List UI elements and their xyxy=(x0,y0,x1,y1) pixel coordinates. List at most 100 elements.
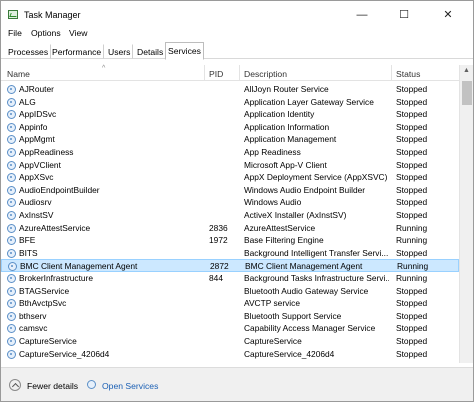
table-row[interactable]: BthAvctpSvc AVCTP service Stopped xyxy=(1,297,459,310)
service-icon xyxy=(7,349,16,359)
service-icon xyxy=(8,262,17,272)
menu-view[interactable]: View xyxy=(69,28,87,38)
column-description[interactable]: Description xyxy=(244,69,287,79)
service-description: Background Tasks Infrastructure Servi... xyxy=(244,273,389,283)
service-description: Background Intelligent Transfer Servi... xyxy=(244,247,389,258)
table-row[interactable]: AzureAttestService 2836 AzureAttestService… xyxy=(1,222,459,235)
service-name: AudioEndpointBuilder xyxy=(19,184,100,195)
service-icon xyxy=(7,198,16,208)
table-row[interactable]: Appinfo Application Information Stopped xyxy=(1,121,459,134)
column-status[interactable]: Status xyxy=(396,69,420,79)
footer-bar: Fewer details Open Services xyxy=(1,367,473,401)
column-name[interactable]: Name xyxy=(7,69,30,79)
service-status: Stopped xyxy=(396,336,428,346)
service-description: Application Information xyxy=(244,121,330,132)
tab-performance[interactable]: Performance xyxy=(49,44,105,59)
service-icon xyxy=(7,299,16,309)
table-row[interactable]: Audiosrv Windows Audio Stopped xyxy=(1,196,459,209)
table-row[interactable]: camsvc Capability Access Manager Service S… xyxy=(1,322,459,335)
tab-users[interactable]: Users xyxy=(105,44,134,59)
service-icon xyxy=(7,110,16,120)
service-status: Stopped xyxy=(396,247,428,258)
table-row[interactable]: AxInstSV ActiveX Installer (AxInstSV) Stop… xyxy=(1,209,459,222)
tab-services[interactable]: Services xyxy=(165,42,204,60)
table-row[interactable]: bthserv Bluetooth Support Service Stopped xyxy=(1,310,459,323)
tab-processes[interactable]: Processes xyxy=(5,44,52,59)
table-row[interactable]: AppMgmt Application Management Stopped xyxy=(1,133,459,146)
scrollbar-thumb[interactable] xyxy=(462,81,472,105)
service-status: Stopped xyxy=(396,134,428,145)
service-status: Stopped xyxy=(396,96,428,107)
table-row[interactable]: AudioEndpointBuilder Windows Audio Endpoi… xyxy=(1,184,459,197)
service-icon xyxy=(7,135,16,145)
service-name: AJRouter xyxy=(19,84,54,94)
service-name: BMC Client Management Agent xyxy=(20,261,138,272)
table-row[interactable]: ALG Application Layer Gateway Service Stop… xyxy=(1,96,459,109)
table-row[interactable]: BrokerInfrastructure 844 Background Tasks … xyxy=(1,272,459,285)
close-button[interactable]: ✕ xyxy=(433,7,463,23)
chevron-up-icon[interactable] xyxy=(9,379,21,391)
table-row[interactable]: AppReadiness App Readiness Stopped xyxy=(1,146,459,159)
service-name: AppIDSvc xyxy=(19,109,57,120)
service-icon xyxy=(7,286,16,296)
service-status: Stopped xyxy=(396,210,428,220)
service-description: AllJoyn Router Service xyxy=(244,84,329,94)
service-icon xyxy=(7,97,16,107)
services-gear-icon[interactable] xyxy=(87,380,97,390)
service-description: CaptureService xyxy=(244,336,302,346)
column-divider[interactable] xyxy=(204,65,205,81)
table-row[interactable]: AppVClient Microsoft App-V Client Stopped xyxy=(1,159,459,172)
service-status: Running xyxy=(397,261,429,272)
table-row[interactable]: CaptureService CaptureService Stopped xyxy=(1,335,459,348)
service-status: Stopped xyxy=(396,298,428,309)
scroll-up-icon[interactable]: ▲ xyxy=(463,67,470,74)
service-status: Stopped xyxy=(396,84,428,94)
service-status: Running xyxy=(396,273,428,283)
column-header: ^ Name PID Description Status xyxy=(1,65,459,81)
column-pid[interactable]: PID xyxy=(209,69,223,79)
service-icon xyxy=(7,160,16,170)
table-row[interactable]: AJRouter AllJoyn Router Service Stopped xyxy=(1,83,459,96)
service-name: AppMgmt xyxy=(19,134,55,145)
service-name: AppReadiness xyxy=(19,147,74,157)
minimize-button[interactable]: — xyxy=(347,7,377,23)
table-row[interactable]: CaptureService_4206d4 CaptureService_4206… xyxy=(1,348,459,361)
open-services-link[interactable]: Open Services xyxy=(102,381,158,391)
service-name: BITS xyxy=(19,247,38,258)
fewer-details-button[interactable]: Fewer details xyxy=(27,381,78,391)
column-divider[interactable] xyxy=(391,65,392,81)
table-row[interactable]: BFE 1972 Base Filtering Engine Running xyxy=(1,234,459,247)
table-row[interactable]: BTAGService Bluetooth Audio Gateway Servi… xyxy=(1,285,459,298)
service-name: ALG xyxy=(19,96,36,107)
maximize-button[interactable]: ☐ xyxy=(389,7,419,23)
table-row[interactable]: BITS Background Intelligent Transfer Serv… xyxy=(1,247,459,260)
service-icon xyxy=(7,211,16,220)
service-description: Base Filtering Engine xyxy=(244,235,324,246)
service-icon xyxy=(7,236,16,246)
service-icon xyxy=(7,274,16,283)
table-row[interactable]: AppIDSvc Application Identity Stopped xyxy=(1,108,459,121)
service-name: BthAvctpSvc xyxy=(19,298,67,309)
title-bar[interactable]: Task Manager — ☐ ✕ xyxy=(1,1,473,27)
menu-options[interactable]: Options xyxy=(31,28,61,38)
service-description: Windows Audio Endpoint Builder xyxy=(244,184,366,195)
service-name: CaptureService_4206d4 xyxy=(19,348,110,359)
service-pid: 1972 xyxy=(209,235,228,246)
service-status: Stopped xyxy=(396,310,428,321)
service-name: camsvc xyxy=(19,323,48,334)
services-list: AJRouter AllJoyn Router Service Stopped ALG… xyxy=(1,83,459,363)
tab-details[interactable]: Details xyxy=(134,44,167,59)
service-name: AppXSvc xyxy=(19,172,54,183)
service-name: BTAGService xyxy=(19,285,70,296)
column-divider[interactable] xyxy=(239,65,240,81)
service-description: Bluetooth Audio Gateway Service xyxy=(244,285,369,296)
service-name: Audiosrv xyxy=(19,197,52,208)
service-icon xyxy=(7,148,16,157)
table-row[interactable]: AppXSvc AppX Deployment Service (AppXSVC)… xyxy=(1,171,459,184)
service-icon xyxy=(7,223,16,233)
service-name: bthserv xyxy=(19,310,47,321)
menu-file[interactable]: File xyxy=(8,28,22,38)
tab-strip: Processes Performance Users Details Serv… xyxy=(1,42,473,60)
table-row[interactable]: BMC Client Management Agent 2872 BMC Clien… xyxy=(1,259,459,272)
vertical-scrollbar[interactable]: ▲ xyxy=(459,65,473,363)
